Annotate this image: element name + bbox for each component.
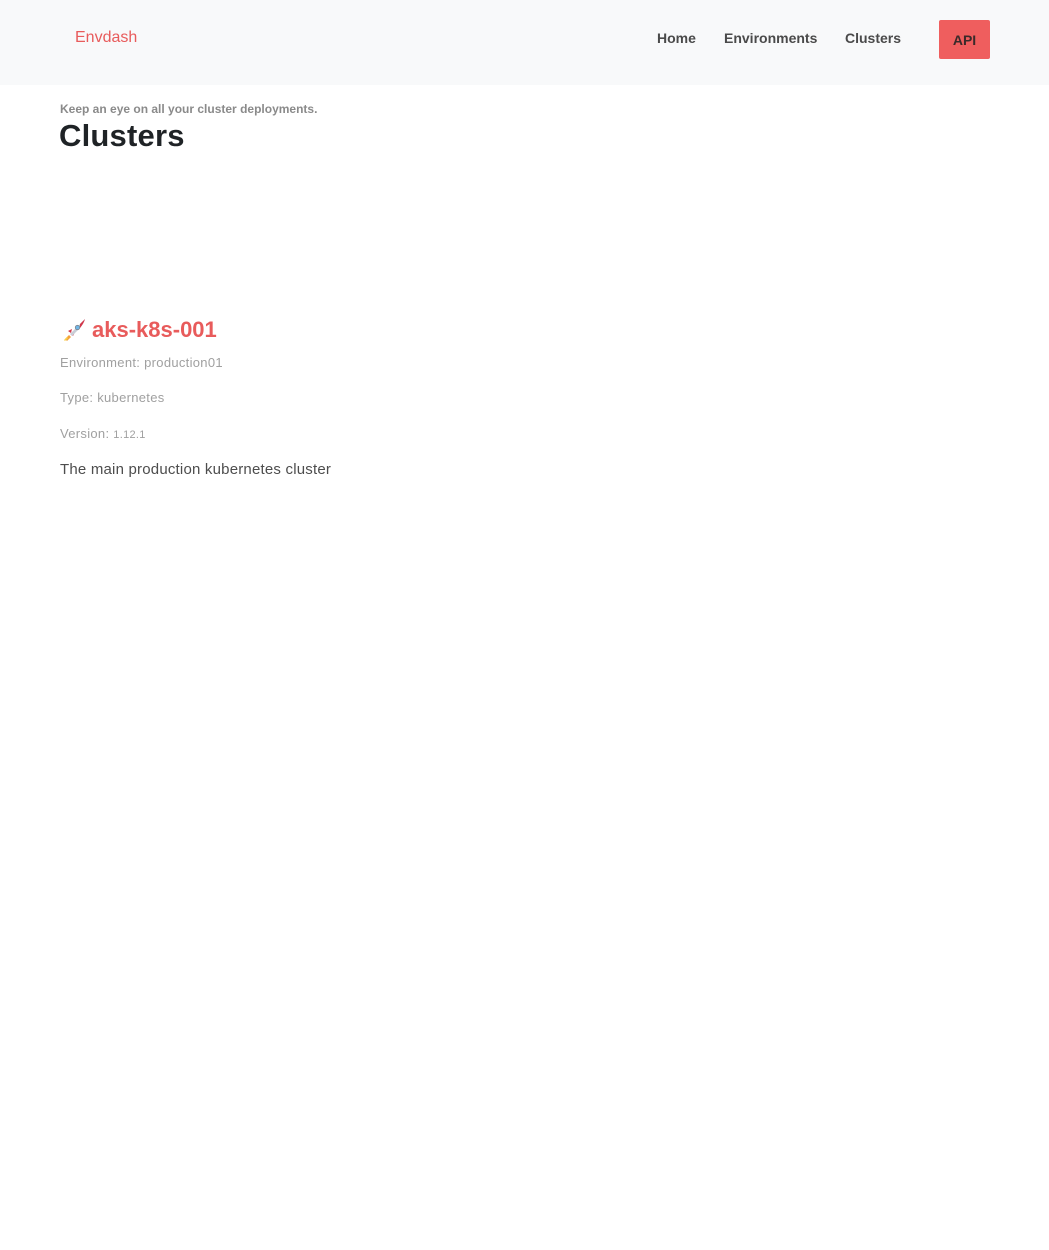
environment-value: production01 (144, 355, 223, 370)
top-navbar: Envdash Home Environments Clusters API (0, 0, 1049, 85)
nav-link-environments[interactable]: Environments (724, 30, 817, 46)
page-subtitle: Keep an eye on all your cluster deployme… (60, 102, 318, 116)
brand-link[interactable]: Envdash (75, 29, 137, 47)
nav-link-home[interactable]: Home (657, 30, 696, 46)
cluster-header: aks-k8s-001 (60, 314, 560, 346)
version-label: Version: (60, 426, 110, 441)
nav-link-clusters[interactable]: Clusters (845, 30, 901, 46)
cluster-environment: Environment: production01 (60, 355, 223, 370)
rocket-icon (60, 316, 88, 344)
cluster-type: Type: kubernetes (60, 390, 165, 405)
api-button[interactable]: API (939, 20, 990, 59)
type-label: Type: (60, 390, 94, 405)
version-value: 1.12.1 (113, 429, 146, 441)
cluster-card: aks-k8s-001 Environment: production01 Ty… (60, 314, 560, 478)
page-title: Clusters (59, 118, 185, 153)
type-value: kubernetes (97, 390, 165, 405)
cluster-version: Version: 1.12.1 (60, 426, 146, 441)
environment-label: Environment: (60, 355, 141, 370)
cluster-name-link[interactable]: aks-k8s-001 (92, 317, 217, 343)
cluster-description: The main production kubernetes cluster (60, 461, 332, 478)
